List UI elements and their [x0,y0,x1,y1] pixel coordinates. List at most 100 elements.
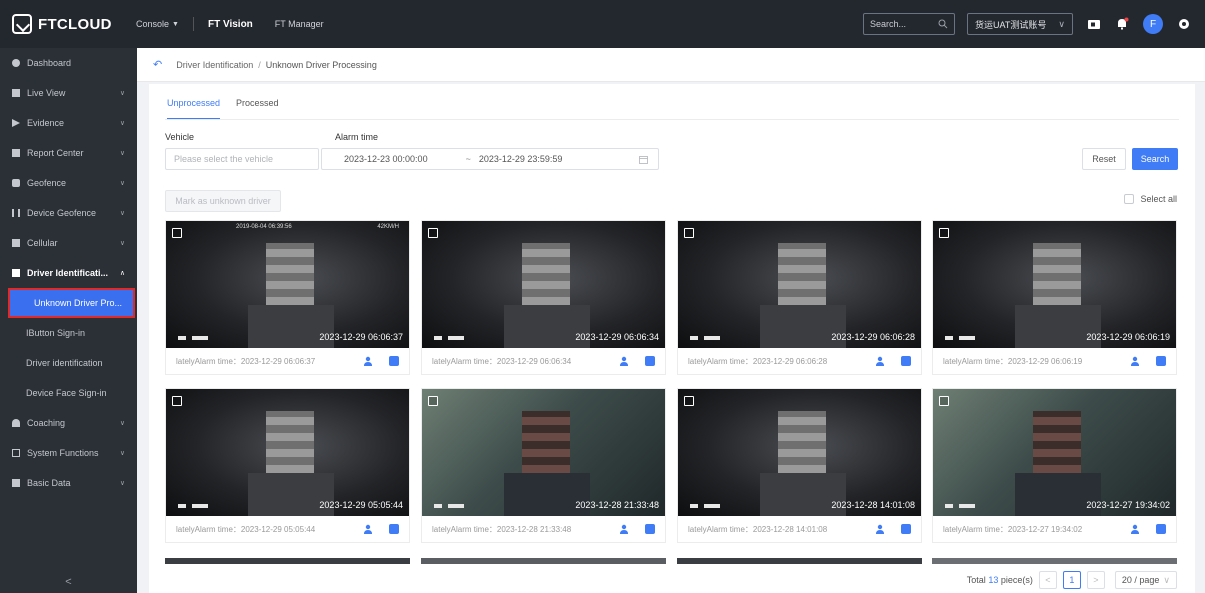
view-details-icon[interactable] [389,524,399,534]
card-checkbox[interactable] [428,396,438,406]
sidebar-item-basic-data[interactable]: Basic Data ∨ [0,468,137,498]
driver-snapshot-image[interactable]: 2019-08-04 06:39:56 42KM/H 2023-12-29 06:0… [166,221,409,348]
view-details-icon[interactable] [1156,356,1166,366]
driver-card[interactable]: 2019-08-04 06:39:56 42KM/H 2023-12-29 06:0… [165,220,410,375]
page-number-button[interactable]: 1 [1062,571,1081,589]
chevron-down-icon: ∨ [119,180,125,187]
sidebar-item-cellular[interactable]: Cellular ∨ [0,228,137,258]
select-all-checkbox[interactable]: Select all [1124,194,1177,204]
page-size-select[interactable]: 20 / page ∨ [1114,571,1177,589]
avatar[interactable]: F [1143,14,1163,34]
sidebar-item-system-functions[interactable]: System Functions ∨ [0,438,137,468]
overlay-bars [690,504,726,508]
console-dropdown[interactable]: Console ▼ [136,19,179,29]
sidebar-subitem-device-face[interactable]: Device Face Sign-in [0,378,137,408]
overlay-bars [945,336,981,340]
view-details-icon[interactable] [901,524,911,534]
sidebar-item-live-view[interactable]: Live View ∨ [0,78,137,108]
nav-ft-manager[interactable]: FT Manager [275,19,324,29]
assign-driver-icon[interactable] [619,524,629,534]
assign-driver-icon[interactable] [875,524,885,534]
assign-driver-icon[interactable] [363,524,373,534]
next-page-button[interactable]: > [1086,571,1105,589]
sidebar-item-driver-identification[interactable]: Driver Identificati... ∧ [0,258,137,288]
sidebar-item-device-geofence[interactable]: Device Geofence ∨ [0,198,137,228]
chevron-down-icon: ∨ [119,420,125,427]
mark-unknown-driver-button[interactable]: Mark as unknown driver [165,190,281,212]
sidebar-subitem-ibutton[interactable]: IButton Sign-in [0,318,137,348]
total-prefix: Total [966,575,986,585]
assign-driver-icon[interactable] [363,356,373,366]
sidebar-item-evidence[interactable]: Evidence ∨ [0,108,137,138]
lately-alarm-time: latelyAlarm time：2023-12-29 06:06:28 [688,357,828,366]
view-details-icon[interactable] [1156,524,1166,534]
driver-snapshot-image[interactable]: 2023-12-28 14:01:08 [678,389,921,516]
pixelated-face [522,411,570,473]
alarm-time-range-picker[interactable]: 2023-12-23 00:00:00 ~ 2023-12-29 23:59:5… [321,148,659,170]
driver-card[interactable]: 2023-12-27 19:34:02 latelyAlarm time：2023… [932,388,1177,543]
breadcrumb-parent[interactable]: Driver Identification [176,60,253,70]
overlay-bars [178,504,214,508]
view-details-icon[interactable] [901,356,911,366]
sidebar: Dashboard Live View ∨ Evidence ∨ Report Ce… [0,48,137,593]
back-icon[interactable]: ↶ [153,58,162,71]
collapse-sidebar-button[interactable]: < [0,571,137,593]
folder-video-icon[interactable] [1087,17,1101,31]
vehicle-select[interactable]: Please select the vehicle [165,148,319,170]
snapshot-timestamp: 2023-12-29 05:05:44 [319,500,403,510]
view-details-icon[interactable] [645,524,655,534]
driver-snapshot-image[interactable]: 2023-12-29 05:05:44 [166,389,409,516]
driver-snapshot-image[interactable]: 2023-12-28 21:33:48 [422,389,665,516]
driver-snapshot-image[interactable]: 2023-12-27 19:34:02 [933,389,1176,516]
brand-logo[interactable]: FTCLOUD [12,14,122,34]
driver-card[interactable]: 2023-12-29 06:06:34 latelyAlarm time：2023… [421,220,666,375]
chevron-down-icon: ∨ [1058,18,1065,29]
sidebar-subitem-unknown-driver[interactable]: Unknown Driver Pro... [8,288,135,318]
driver-card[interactable]: 2023-12-29 05:05:44 latelyAlarm time：2023… [165,388,410,543]
sidebar-item-dashboard[interactable]: Dashboard [0,48,137,78]
card-checkbox[interactable] [684,396,694,406]
card-checkbox[interactable] [428,228,438,238]
driver-card[interactable]: 2023-12-29 06:06:19 latelyAlarm time：2023… [932,220,1177,375]
card-checkbox[interactable] [939,396,949,406]
view-details-icon[interactable] [645,356,655,366]
tab-unprocessed[interactable]: Unprocessed [167,98,221,120]
card-checkbox[interactable] [172,396,182,406]
card-footer: latelyAlarm time：2023-12-29 06:06:19 [933,348,1176,375]
card-checkbox[interactable] [939,228,949,238]
driver-snapshot-image[interactable]: 2023-12-29 06:06:19 [933,221,1176,348]
bell-icon[interactable] [1115,17,1129,31]
settings-icon[interactable] [1177,17,1191,31]
pixelated-face [266,411,314,473]
overlay-bars [945,504,981,508]
sidebar-subitem-label: Driver identification [26,358,103,368]
sidebar-subitem-driver-identification[interactable]: Driver identification [0,348,137,378]
driver-snapshot-image[interactable]: 2023-12-29 06:06:28 [678,221,921,348]
select-all-label: Select all [1140,194,1177,204]
assign-driver-icon[interactable] [619,356,629,366]
assign-driver-icon[interactable] [1130,524,1140,534]
driver-card[interactable]: 2023-12-28 21:33:48 latelyAlarm time：2023… [421,388,666,543]
global-search-input[interactable]: Search... [863,13,955,35]
sidebar-item-coaching[interactable]: Coaching ∨ [0,408,137,438]
card-footer: latelyAlarm time：2023-12-29 06:06:37 [166,348,409,375]
search-button[interactable]: Search [1132,148,1178,170]
card-checkbox[interactable] [172,228,182,238]
nav-ft-vision[interactable]: FT Vision [208,19,253,30]
driver-card[interactable]: 2023-12-29 06:06:28 latelyAlarm time：2023… [677,220,922,375]
driver-snapshot-image[interactable]: 2023-12-29 06:06:34 [422,221,665,348]
sidebar-item-report-center[interactable]: Report Center ∨ [0,138,137,168]
tab-processed[interactable]: Processed [236,98,279,120]
geofence-icon [12,179,20,187]
reset-button[interactable]: Reset [1082,148,1126,170]
view-details-icon[interactable] [389,356,399,366]
driver-card[interactable]: 2023-12-28 14:01:08 latelyAlarm time：2023… [677,388,922,543]
sidebar-item-label: Report Center [27,148,84,158]
card-checkbox[interactable] [684,228,694,238]
prev-page-button[interactable]: < [1038,571,1057,589]
snapshot-timestamp: 2023-12-29 06:06:19 [1086,332,1170,342]
assign-driver-icon[interactable] [875,356,885,366]
assign-driver-icon[interactable] [1130,356,1140,366]
sidebar-item-geofence[interactable]: Geofence ∨ [0,168,137,198]
account-select[interactable]: 货运UAT测试账号 ∨ [967,13,1073,35]
